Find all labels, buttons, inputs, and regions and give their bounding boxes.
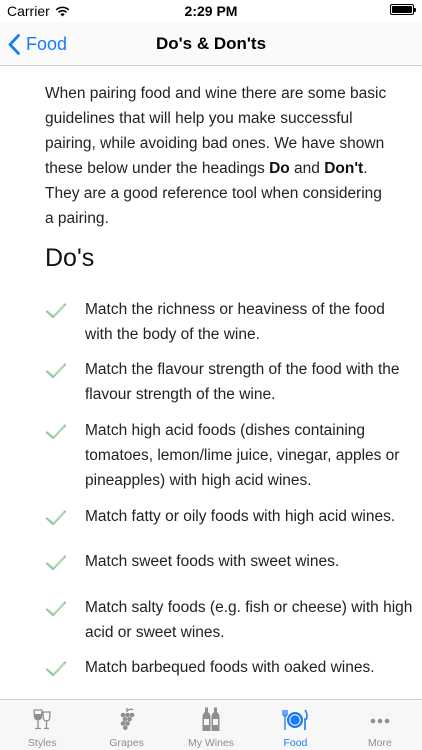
dos-heading: Do's (45, 244, 95, 272)
checkmark-icon (45, 510, 67, 526)
tab-label: More (367, 737, 392, 749)
tab-my-wines[interactable]: My Wines (169, 700, 253, 750)
grapes-icon (120, 708, 134, 730)
do-item-text: Match the flavour strength of the food w… (85, 361, 400, 403)
intro-do-word: Do (269, 160, 290, 177)
navigation-bar: Food Do's & Don'ts (0, 22, 422, 66)
tab-label: Food (283, 737, 308, 749)
status-time: 2:29 PM (184, 3, 238, 19)
tab-food[interactable]: Food (253, 700, 337, 750)
tab-label: Grapes (109, 737, 144, 749)
tab-label: Styles (27, 737, 57, 749)
page-title: Do's & Don'ts (155, 34, 267, 53)
checkmark-icon (45, 661, 67, 677)
content-scroll-area[interactable]: When pairing food and wine there are som… (0, 67, 422, 699)
tab-grapes[interactable]: Grapes (84, 700, 168, 750)
do-item-text: Match barbequed foods with oaked wines. (85, 659, 375, 676)
intro-paragraph: When pairing food and wine there are som… (45, 81, 390, 231)
intro-text-2: and (289, 160, 325, 177)
battery-icon (390, 4, 416, 15)
checkmark-icon (45, 601, 67, 617)
intro-dont-word: Don't (324, 160, 364, 177)
checkmark-icon (45, 363, 67, 379)
more-dots-icon (370, 718, 390, 724)
checkmark-icon (45, 555, 67, 571)
tab-bar: Styles Grapes My Wines Food More (0, 699, 422, 750)
do-item-text: Match sweet foods with sweet wines. (85, 553, 340, 570)
checkmark-icon (45, 303, 67, 319)
do-item-text: Match salty foods (e.g. fish or cheese) … (85, 599, 413, 641)
tab-styles[interactable]: Styles (0, 700, 84, 750)
status-bar: Carrier 2:29 PM (0, 0, 422, 22)
wine-bottles-icon (202, 707, 220, 731)
checkmark-icon (45, 424, 67, 440)
do-item-text: Match fatty or oily foods with high acid… (85, 508, 396, 525)
wine-glasses-icon (33, 709, 51, 730)
tab-more[interactable]: More (338, 700, 422, 750)
tab-label: My Wines (187, 737, 235, 749)
plate-cutlery-icon (282, 709, 309, 730)
do-item-text: Match high acid foods (dishes containing… (85, 422, 400, 489)
status-right (390, 4, 416, 15)
do-item-text: Match the richness or heaviness of the f… (85, 301, 385, 343)
